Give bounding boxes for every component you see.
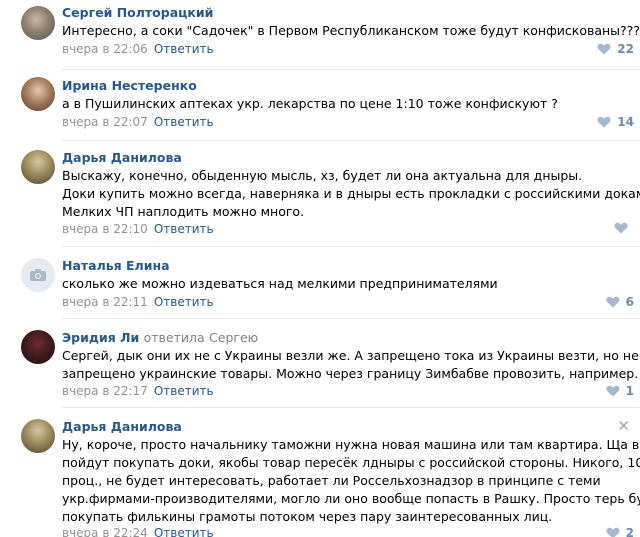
comment-text: а в Пушилинских аптеках укр. лекарства п… bbox=[62, 95, 632, 113]
comment-text: Сергей, дык они их не с Украины везли же… bbox=[62, 347, 639, 383]
comment-text-line: Интересно, а соки "Садочек" в Первом Рес… bbox=[62, 23, 640, 38]
avatar[interactable] bbox=[21, 330, 55, 364]
comment-meta: вчера в 22:10 Ответить bbox=[62, 222, 214, 236]
comment-text-line: проц., не будет интересовать, работает л… bbox=[62, 473, 601, 488]
comment-meta: вчера в 22:07 Ответить bbox=[62, 115, 214, 129]
comment-text-line: укр.фирмами-производителями, могло ли он… bbox=[62, 491, 640, 506]
comment-meta: вчера в 22:24 Ответить bbox=[62, 526, 214, 537]
reply-button[interactable]: Ответить bbox=[154, 222, 214, 236]
like-button[interactable]: 2 bbox=[606, 526, 634, 537]
like-count: 14 bbox=[617, 115, 634, 129]
comment-author[interactable]: Дарья Данилова bbox=[62, 150, 182, 165]
comment-author[interactable]: Ирина Нестеренко bbox=[62, 78, 197, 93]
comment-text-line: Мелких ЧП наплодить можно много. bbox=[62, 204, 305, 219]
like-button[interactable] bbox=[614, 222, 634, 234]
like-button[interactable]: 1 bbox=[606, 384, 634, 398]
comment-divider bbox=[62, 407, 640, 408]
like-button[interactable]: 22 bbox=[597, 42, 634, 56]
comment-time[interactable]: вчера в 22:06 bbox=[62, 42, 148, 56]
comment-author[interactable]: Дарья Данилова bbox=[62, 419, 182, 434]
like-count: 2 bbox=[625, 526, 634, 537]
comment-author[interactable]: Сергей Полторацкий bbox=[62, 5, 213, 20]
avatar[interactable] bbox=[21, 77, 55, 111]
comment-time[interactable]: вчера в 22:07 bbox=[62, 115, 148, 129]
camera-icon bbox=[30, 269, 46, 281]
comment-text-line: Сергей, дык они их не с Украины везли же… bbox=[62, 348, 639, 363]
comment-text-line: сколько же можно издеваться над мелкими … bbox=[62, 276, 498, 291]
like-button[interactable]: 6 bbox=[606, 295, 634, 309]
comment-author[interactable]: Эридия Ли ответила Сергею bbox=[62, 330, 258, 345]
comment-divider bbox=[62, 69, 640, 70]
comment-text-line: Выскажу, конечно, обыденную мысль, хз, б… bbox=[62, 168, 583, 183]
heart-icon bbox=[614, 222, 628, 234]
comment-time[interactable]: вчера в 22:10 bbox=[62, 222, 148, 236]
comment-text-line: запрещено украинские товары. Можно через… bbox=[62, 366, 639, 381]
reply-button[interactable]: Ответить bbox=[154, 526, 214, 537]
comment-text: Выскажу, конечно, обыденную мысль, хз, б… bbox=[62, 167, 640, 221]
comment-text-line: а в Пушилинских аптеках укр. лекарства п… bbox=[62, 96, 558, 111]
reply-button[interactable]: Ответить bbox=[154, 115, 214, 129]
comment-text-line: Доки купить можно всегда, наверняка и в … bbox=[62, 186, 640, 201]
comment-text: Ну, короче, просто начальнику таможни ну… bbox=[62, 436, 640, 526]
avatar[interactable] bbox=[21, 6, 55, 40]
comment-text-line: пойдут покупать доки, якобы товар пересё… bbox=[62, 455, 640, 470]
like-button[interactable]: 14 bbox=[597, 115, 634, 129]
close-icon[interactable]: ✕ bbox=[617, 417, 630, 435]
comment-divider bbox=[62, 246, 640, 247]
comment-divider bbox=[62, 140, 640, 141]
comment-text-line: покупать филькины грамоты потоком через … bbox=[62, 509, 553, 524]
avatar[interactable] bbox=[21, 258, 55, 292]
like-count: 6 bbox=[625, 295, 634, 309]
like-count: 1 bbox=[625, 384, 634, 398]
like-count: 22 bbox=[617, 42, 634, 56]
reply-to-name[interactable]: Сергею bbox=[209, 330, 258, 345]
comment-meta: вчера в 22:06 Ответить bbox=[62, 42, 214, 56]
avatar[interactable] bbox=[21, 419, 55, 453]
reply-button[interactable]: Ответить bbox=[154, 384, 214, 398]
comment-text: сколько же можно издеваться над мелкими … bbox=[62, 275, 632, 293]
heart-icon bbox=[606, 296, 620, 308]
heart-icon bbox=[597, 43, 611, 55]
heart-icon bbox=[606, 385, 620, 397]
comment-meta: вчера в 22:11 Ответить bbox=[62, 295, 214, 309]
reply-button[interactable]: Ответить bbox=[154, 295, 214, 309]
comment-divider bbox=[62, 318, 640, 319]
heart-icon bbox=[606, 527, 620, 537]
comment-time[interactable]: вчера в 22:11 bbox=[62, 295, 148, 309]
comment-author[interactable]: Наталья Елина bbox=[62, 258, 170, 273]
comment-text: Интересно, а соки "Садочек" в Первом Рес… bbox=[62, 22, 640, 40]
comment-time[interactable]: вчера в 22:24 bbox=[62, 526, 148, 537]
comment-time[interactable]: вчера в 22:17 bbox=[62, 384, 148, 398]
heart-icon bbox=[597, 116, 611, 128]
comment-text-line: Ну, короче, просто начальнику таможни ну… bbox=[62, 437, 640, 452]
reply-button[interactable]: Ответить bbox=[154, 42, 214, 56]
avatar[interactable] bbox=[21, 150, 55, 184]
author-name[interactable]: Эридия Ли bbox=[62, 330, 139, 345]
reply-to-label: ответила bbox=[143, 330, 205, 345]
comment-meta: вчера в 22:17 Ответить bbox=[62, 384, 214, 398]
